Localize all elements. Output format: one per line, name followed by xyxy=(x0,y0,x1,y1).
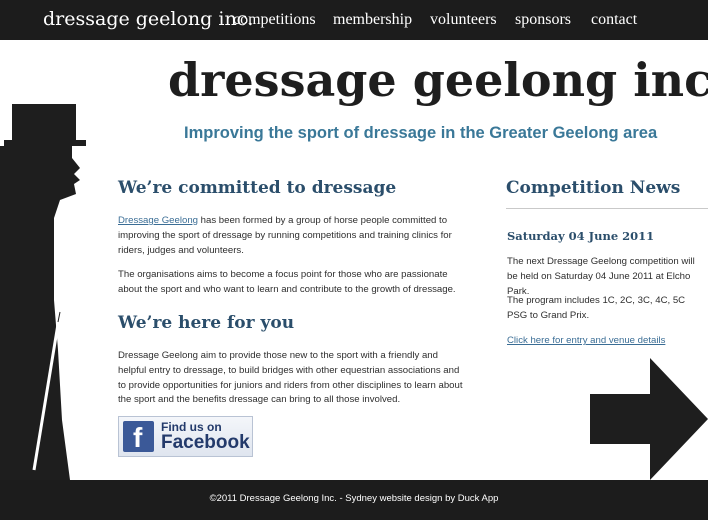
here-heading: We’re here for you xyxy=(118,313,295,333)
intro-paragraph: Dressage Geelong has been formed by a gr… xyxy=(118,214,463,258)
news-paragraph-1: The next Dressage Geelong competition wi… xyxy=(507,256,695,297)
news-date: Saturday 04 June 2011 xyxy=(507,229,655,243)
nav-contact[interactable]: contact xyxy=(591,11,637,29)
tagline: Improving the sport of dressage in the G… xyxy=(184,124,658,142)
dressage-geelong-link[interactable]: Dressage Geelong xyxy=(118,215,198,226)
footer: ©2011 Dressage Geelong Inc. - Sydney web… xyxy=(0,480,708,520)
nav-volunteers[interactable]: volunteers xyxy=(430,11,497,29)
facebook-big-text: Facebook xyxy=(161,432,250,453)
news-paragraph-2: The program includes 1C, 2C, 3C, 4C, 5C … xyxy=(507,295,686,321)
news-heading: Competition News xyxy=(506,178,681,198)
nav-membership[interactable]: membership xyxy=(333,11,412,29)
entry-details-link[interactable]: Click here for entry and venue details xyxy=(507,334,708,349)
facebook-icon: f xyxy=(123,421,154,453)
rider-silhouette-graphic xyxy=(0,104,86,480)
here-paragraph: Dressage Geelong aim to provide those ne… xyxy=(118,350,463,406)
hero-title-text: dressage geelong inc. xyxy=(168,53,708,107)
news-divider xyxy=(506,208,708,209)
nav-sponsors[interactable]: sponsors xyxy=(515,11,571,29)
footer-copyright: ©2011 Dressage Geelong Inc. - Sydney web… xyxy=(209,493,499,504)
committed-heading: We’re committed to dressage xyxy=(118,178,397,198)
facebook-button[interactable]: f Find us on Facebook xyxy=(118,416,253,457)
focus-paragraph: The organisations aims to become a focus… xyxy=(118,269,456,295)
nav-competitions[interactable]: competitions xyxy=(233,11,316,29)
right-arrow-graphic xyxy=(590,358,708,480)
site-brand-link[interactable]: dressage geelong inc. xyxy=(43,8,253,30)
top-navigation-bar: dressage geelong inc. competitions membe… xyxy=(0,0,708,40)
